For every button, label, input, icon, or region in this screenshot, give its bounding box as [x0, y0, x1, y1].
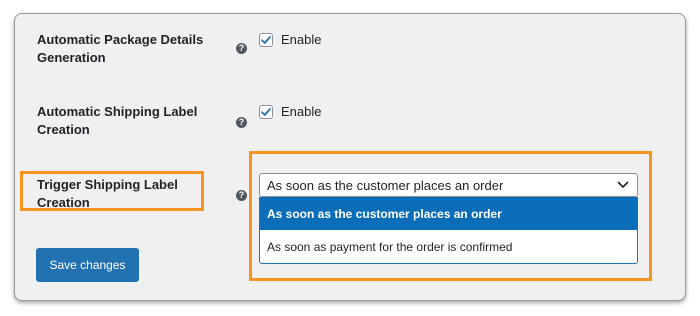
- trigger-select[interactable]: As soon as the customer places an order: [259, 173, 638, 197]
- checkmark-icon: [261, 107, 271, 116]
- trigger-select-value: As soon as the customer places an order: [267, 177, 504, 193]
- help-icon[interactable]: ?: [236, 117, 247, 128]
- shipping-label-checkbox[interactable]: [259, 104, 273, 119]
- settings-panel: Automatic Package Details Generation ? E…: [14, 13, 686, 301]
- help-icon[interactable]: ?: [236, 190, 247, 201]
- trigger-dropdown-list: As soon as the customer places an order …: [259, 197, 638, 264]
- package-details-checkbox[interactable]: [259, 32, 273, 47]
- help-icon[interactable]: ?: [236, 43, 247, 54]
- package-details-enable-label[interactable]: Enable: [281, 32, 321, 47]
- package-details-checkbox-row[interactable]: Enable: [259, 32, 321, 47]
- chevron-down-icon: [617, 181, 629, 189]
- dropdown-option-payment-confirmed[interactable]: As soon as payment for the order is conf…: [260, 230, 637, 263]
- trigger-label: Trigger Shipping Label Creation: [37, 177, 178, 210]
- shipping-label-creation-label: Automatic Shipping Label Creation: [37, 104, 198, 137]
- checkmark-icon: [261, 35, 271, 44]
- save-changes-button[interactable]: Save changes: [36, 248, 139, 282]
- shipping-label-checkbox-row[interactable]: Enable: [259, 104, 321, 119]
- dropdown-option-customer-order[interactable]: As soon as the customer places an order: [260, 197, 637, 230]
- package-details-label: Automatic Package Details Generation: [37, 32, 204, 65]
- shipping-label-enable-label[interactable]: Enable: [281, 104, 321, 119]
